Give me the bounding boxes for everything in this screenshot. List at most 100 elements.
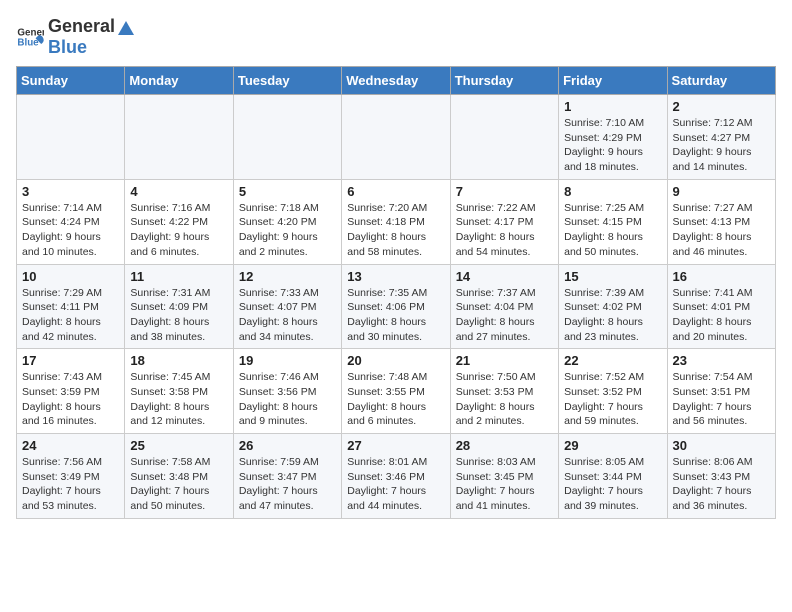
calendar-table: SundayMondayTuesdayWednesdayThursdayFrid… <box>16 66 776 519</box>
day-cell <box>342 95 450 180</box>
day-cell: 2 Sunrise: 7:12 AM Sunset: 4:27 PM Daylig… <box>667 95 775 180</box>
day-info: Sunrise: 7:33 AM Sunset: 4:07 PM Dayligh… <box>239 286 336 345</box>
day-info: Sunrise: 8:06 AM Sunset: 3:43 PM Dayligh… <box>673 455 770 514</box>
day-cell: 9 Sunrise: 7:27 AM Sunset: 4:13 PM Daylig… <box>667 179 775 264</box>
day-number: 23 <box>673 353 770 368</box>
day-info: Sunrise: 8:03 AM Sunset: 3:45 PM Dayligh… <box>456 455 553 514</box>
logo-text: General <box>48 16 137 37</box>
day-info: Sunrise: 7:43 AM Sunset: 3:59 PM Dayligh… <box>22 370 119 429</box>
day-cell <box>450 95 558 180</box>
day-cell: 20Sunrise: 7:48 AM Sunset: 3:55 PM Dayli… <box>342 349 450 434</box>
day-cell: 10 Sunrise: 7:29 AM Sunset: 4:11 PM Dayli… <box>17 264 125 349</box>
day-cell: 25 Sunrise: 7:58 AM Sunset: 3:48 PM Dayli… <box>125 434 233 519</box>
day-info: Sunrise: 8:05 AM Sunset: 3:44 PM Dayligh… <box>564 455 661 514</box>
day-cell: 14 Sunrise: 7:37 AM Sunset: 4:04 PM Dayli… <box>450 264 558 349</box>
day-number: 2 <box>673 99 770 114</box>
day-cell: 24 Sunrise: 7:56 AM Sunset: 3:49 PM Dayli… <box>17 434 125 519</box>
day-info: Sunrise: 7:25 AM Sunset: 4:15 PM Dayligh… <box>564 201 661 260</box>
day-number: 9 <box>673 184 770 199</box>
day-number: 7 <box>456 184 553 199</box>
day-cell: 13 Sunrise: 7:35 AM Sunset: 4:06 PM Dayli… <box>342 264 450 349</box>
day-number: 14 <box>456 269 553 284</box>
header-row: SundayMondayTuesdayWednesdayThursdayFrid… <box>17 67 776 95</box>
header-monday: Monday <box>125 67 233 95</box>
day-info: Sunrise: 7:27 AM Sunset: 4:13 PM Dayligh… <box>673 201 770 260</box>
day-info: Sunrise: 7:12 AM Sunset: 4:27 PM Dayligh… <box>673 116 770 175</box>
day-cell <box>233 95 341 180</box>
day-cell: 17 Sunrise: 7:43 AM Sunset: 3:59 PM Dayli… <box>17 349 125 434</box>
svg-text:Blue: Blue <box>17 37 39 48</box>
day-cell: 30 Sunrise: 8:06 AM Sunset: 3:43 PM Dayli… <box>667 434 775 519</box>
day-info: Sunrise: 7:22 AM Sunset: 4:17 PM Dayligh… <box>456 201 553 260</box>
day-info: Sunrise: 7:16 AM Sunset: 4:22 PM Dayligh… <box>130 201 227 260</box>
day-number: 15 <box>564 269 661 284</box>
day-info: Sunrise: 7:14 AM Sunset: 4:24 PM Dayligh… <box>22 201 119 260</box>
day-number: 4 <box>130 184 227 199</box>
day-number: 21 <box>456 353 553 368</box>
day-info: Sunrise: 7:35 AM Sunset: 4:06 PM Dayligh… <box>347 286 444 345</box>
week-row-3: 10 Sunrise: 7:29 AM Sunset: 4:11 PM Dayli… <box>17 264 776 349</box>
week-row-2: 3 Sunrise: 7:14 AM Sunset: 4:24 PM Daylig… <box>17 179 776 264</box>
day-info: Sunrise: 7:37 AM Sunset: 4:04 PM Dayligh… <box>456 286 553 345</box>
header-friday: Friday <box>559 67 667 95</box>
day-cell: 11Sunrise: 7:31 AM Sunset: 4:09 PM Dayli… <box>125 264 233 349</box>
day-info: Sunrise: 7:52 AM Sunset: 3:52 PM Dayligh… <box>564 370 661 429</box>
day-number: 10 <box>22 269 119 284</box>
day-cell: 23Sunrise: 7:54 AM Sunset: 3:51 PM Dayli… <box>667 349 775 434</box>
day-info: Sunrise: 7:20 AM Sunset: 4:18 PM Dayligh… <box>347 201 444 260</box>
day-info: Sunrise: 7:50 AM Sunset: 3:53 PM Dayligh… <box>456 370 553 429</box>
day-number: 18 <box>130 353 227 368</box>
day-number: 27 <box>347 438 444 453</box>
day-cell: 1 Sunrise: 7:10 AM Sunset: 4:29 PM Daylig… <box>559 95 667 180</box>
day-cell: 26Sunrise: 7:59 AM Sunset: 3:47 PM Dayli… <box>233 434 341 519</box>
day-number: 22 <box>564 353 661 368</box>
day-cell: 12Sunrise: 7:33 AM Sunset: 4:07 PM Dayli… <box>233 264 341 349</box>
day-cell: 3 Sunrise: 7:14 AM Sunset: 4:24 PM Daylig… <box>17 179 125 264</box>
day-cell: 8Sunrise: 7:25 AM Sunset: 4:15 PM Daylig… <box>559 179 667 264</box>
logo-icon: General Blue <box>16 23 44 51</box>
day-number: 28 <box>456 438 553 453</box>
day-cell <box>17 95 125 180</box>
day-number: 3 <box>22 184 119 199</box>
day-info: Sunrise: 7:56 AM Sunset: 3:49 PM Dayligh… <box>22 455 119 514</box>
header-wednesday: Wednesday <box>342 67 450 95</box>
header-thursday: Thursday <box>450 67 558 95</box>
day-info: Sunrise: 7:45 AM Sunset: 3:58 PM Dayligh… <box>130 370 227 429</box>
day-cell: 21 Sunrise: 7:50 AM Sunset: 3:53 PM Dayli… <box>450 349 558 434</box>
logo: General Blue General Blue <box>16 16 137 58</box>
day-number: 24 <box>22 438 119 453</box>
day-info: Sunrise: 7:29 AM Sunset: 4:11 PM Dayligh… <box>22 286 119 345</box>
calendar-header: SundayMondayTuesdayWednesdayThursdayFrid… <box>17 67 776 95</box>
day-cell: 4 Sunrise: 7:16 AM Sunset: 4:22 PM Daylig… <box>125 179 233 264</box>
day-number: 6 <box>347 184 444 199</box>
header-sunday: Sunday <box>17 67 125 95</box>
day-number: 25 <box>130 438 227 453</box>
day-number: 19 <box>239 353 336 368</box>
day-cell: 5Sunrise: 7:18 AM Sunset: 4:20 PM Daylig… <box>233 179 341 264</box>
calendar-body: 1 Sunrise: 7:10 AM Sunset: 4:29 PM Daylig… <box>17 95 776 519</box>
day-cell: 18 Sunrise: 7:45 AM Sunset: 3:58 PM Dayli… <box>125 349 233 434</box>
week-row-1: 1 Sunrise: 7:10 AM Sunset: 4:29 PM Daylig… <box>17 95 776 180</box>
day-cell: 6 Sunrise: 7:20 AM Sunset: 4:18 PM Daylig… <box>342 179 450 264</box>
day-number: 13 <box>347 269 444 284</box>
day-number: 26 <box>239 438 336 453</box>
day-number: 30 <box>673 438 770 453</box>
day-cell <box>125 95 233 180</box>
day-info: Sunrise: 8:01 AM Sunset: 3:46 PM Dayligh… <box>347 455 444 514</box>
day-number: 1 <box>564 99 661 114</box>
day-cell: 7 Sunrise: 7:22 AM Sunset: 4:17 PM Daylig… <box>450 179 558 264</box>
day-number: 17 <box>22 353 119 368</box>
logo-blue-text: Blue <box>48 37 137 58</box>
day-number: 20 <box>347 353 444 368</box>
day-info: Sunrise: 7:39 AM Sunset: 4:02 PM Dayligh… <box>564 286 661 345</box>
day-number: 5 <box>239 184 336 199</box>
day-number: 16 <box>673 269 770 284</box>
day-info: Sunrise: 7:46 AM Sunset: 3:56 PM Dayligh… <box>239 370 336 429</box>
day-cell: 15 Sunrise: 7:39 AM Sunset: 4:02 PM Dayli… <box>559 264 667 349</box>
header-saturday: Saturday <box>667 67 775 95</box>
day-info: Sunrise: 7:31 AM Sunset: 4:09 PM Dayligh… <box>130 286 227 345</box>
day-info: Sunrise: 7:58 AM Sunset: 3:48 PM Dayligh… <box>130 455 227 514</box>
day-cell: 22 Sunrise: 7:52 AM Sunset: 3:52 PM Dayli… <box>559 349 667 434</box>
day-cell: 19 Sunrise: 7:46 AM Sunset: 3:56 PM Dayli… <box>233 349 341 434</box>
day-info: Sunrise: 7:10 AM Sunset: 4:29 PM Dayligh… <box>564 116 661 175</box>
